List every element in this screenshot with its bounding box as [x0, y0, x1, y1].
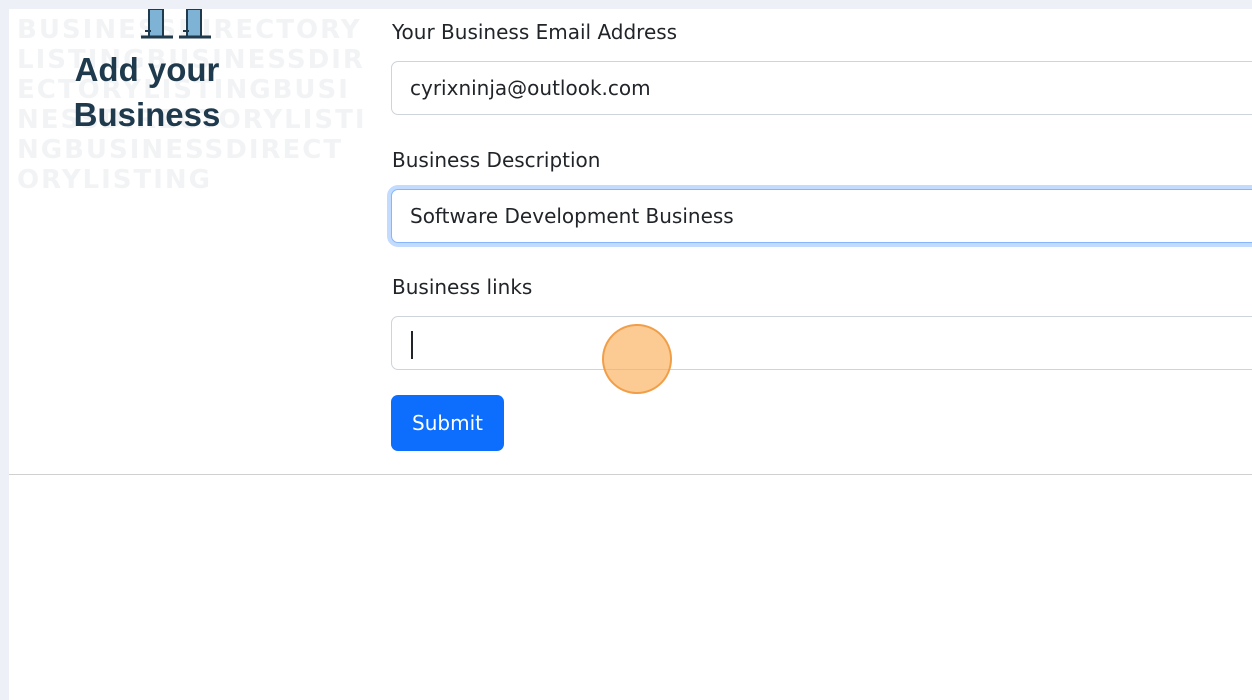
email-input[interactable] — [410, 62, 1250, 114]
submit-button[interactable]: Submit — [391, 395, 504, 451]
add-business-logo: BUSINESSDIRECTORYLISTINGBUSINESSDIRECTOR… — [9, 9, 369, 219]
building-icon — [141, 9, 211, 39]
description-field[interactable] — [391, 189, 1252, 243]
text-caret — [411, 331, 413, 359]
links-field[interactable] — [391, 316, 1252, 370]
logo-title: Add your Business — [57, 47, 237, 137]
click-indicator — [602, 324, 672, 394]
description-label: Business Description — [392, 148, 601, 172]
links-label: Business links — [392, 275, 533, 299]
page: BUSINESSDIRECTORYLISTINGBUSINESSDIRECTOR… — [9, 9, 1252, 700]
logo-title-line1: Add your — [74, 51, 220, 88]
email-field[interactable] — [391, 61, 1252, 115]
section-divider — [9, 474, 1252, 475]
logo-title-line2: Business — [73, 96, 221, 133]
links-input[interactable] — [410, 317, 1250, 369]
description-input[interactable] — [410, 190, 1250, 242]
email-label: Your Business Email Address — [392, 20, 678, 44]
